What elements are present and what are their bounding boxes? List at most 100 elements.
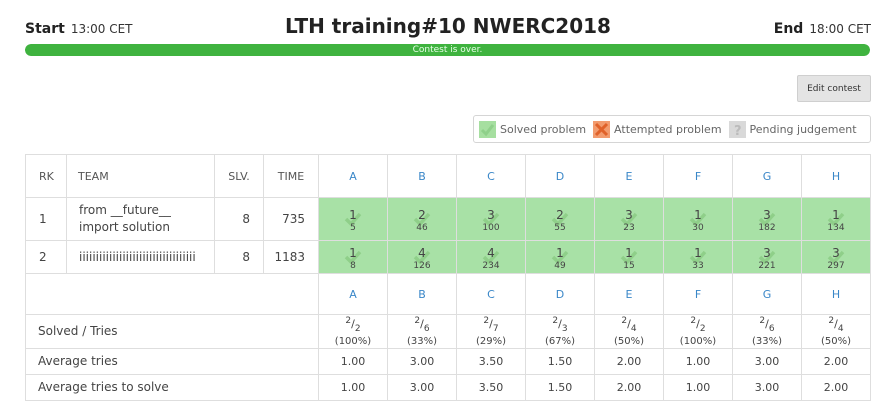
tries-count: 4 [837, 323, 844, 334]
average-tries-to-solve-value: 2.00 [801, 373, 871, 401]
stats-problem-a[interactable]: A [318, 273, 388, 315]
problem-time: 8 [350, 260, 356, 271]
problem-cell: 3 182 [732, 197, 802, 241]
legend-attempted: Attempted problem [593, 120, 722, 138]
problem-tries: 1 [349, 207, 357, 222]
legend-pending: ? Pending judgement [728, 120, 857, 138]
average-tries-value: 3.50 [456, 347, 526, 375]
tries-count: 6 [423, 323, 430, 334]
solved-tries-cell: 2/4 (50%) [594, 314, 664, 349]
solved-tries-row: Solved / Tries 2/2 (100%) 2/6 (33%) 2/7 (29… [25, 314, 871, 349]
tries-count: 6 [768, 323, 775, 334]
problem-time: 297 [827, 260, 845, 271]
stats-problem-h[interactable]: H [801, 273, 871, 315]
problem-tries: 1 [694, 245, 702, 260]
team-name-line1: from __future__ [79, 203, 171, 217]
stats-problem-f[interactable]: F [663, 273, 733, 315]
problem-header-e[interactable]: E [594, 154, 664, 198]
stats-problem-b[interactable]: B [387, 273, 457, 315]
problem-time: 134 [827, 222, 845, 233]
problem-tries: 1 [556, 245, 564, 260]
problem-cell: 18 [318, 240, 388, 274]
problem-header-f[interactable]: F [663, 154, 733, 198]
problem-header-h[interactable]: H [801, 154, 871, 198]
problem-cell: 3 221 [732, 240, 802, 274]
problem-header-b[interactable]: B [387, 154, 457, 198]
solved-tries-fraction: 2/2 [664, 315, 732, 336]
stats-problem-g[interactable]: G [732, 273, 802, 315]
problem-time: 46 [416, 222, 428, 233]
average-tries-label: Average tries [25, 347, 319, 375]
average-tries-value: 1.00 [663, 347, 733, 375]
problem-cell: 1 15 [594, 240, 664, 274]
problem-header-a[interactable]: A [318, 154, 388, 198]
problem-header-d[interactable]: D [525, 154, 595, 198]
problem-time: 15 [623, 260, 635, 271]
edit-contest-button[interactable]: Edit contest [797, 75, 871, 102]
problem-cell: 4 234 [456, 240, 526, 274]
stats-problem-e[interactable]: E [594, 273, 664, 315]
problem-tries: 4 [418, 245, 426, 260]
solved-percent: (29%) [475, 335, 507, 347]
average-tries-value: 1.00 [318, 347, 388, 375]
table-row: 1 from __future__ import solution 8 735 … [25, 197, 871, 241]
legend-pending-label: Pending judgement [749, 122, 857, 136]
problem-tries: 2 [556, 207, 564, 222]
penalty-time: 1183 [263, 240, 319, 274]
team-name[interactable]: from __future__ import solution [66, 197, 215, 241]
problem-tries: 2 [418, 207, 426, 222]
problem-header-c[interactable]: C [456, 154, 526, 198]
problem-tries: 3 [487, 207, 495, 222]
solved-tries-cell: 2/4 (50%) [801, 314, 871, 349]
legend-attempted-label: Attempted problem [614, 122, 722, 136]
solved-tries-cell: 2/7 (29%) [456, 314, 526, 349]
end-label: End [773, 21, 804, 37]
problem-time: 221 [758, 260, 776, 271]
problem-header-g[interactable]: G [732, 154, 802, 198]
legend: Solved problem Attempted problem ? Pendi… [473, 115, 871, 143]
solved-tries-fraction: 2/3 [526, 315, 594, 336]
problem-cell: 2 46 [387, 197, 457, 241]
contest-header: Start 13:00 CET LTH training#10 NWERC2018… [25, 14, 871, 38]
tries-count: 4 [630, 323, 637, 334]
svg-text:?: ? [734, 124, 742, 138]
solved-percent: (100%) [334, 335, 372, 347]
legend-solved: Solved problem [479, 120, 586, 138]
solved-percent: (100%) [679, 335, 717, 347]
col-solved: SLV. [214, 154, 264, 198]
problem-time: 49 [554, 260, 566, 271]
problem-tries: 3 [625, 207, 633, 222]
rank-cell: 2 [25, 240, 67, 274]
solved-count: 8 [214, 240, 264, 274]
solved-percent: (50%) [613, 335, 645, 347]
check-icon [479, 120, 496, 138]
col-team: TEAM [66, 154, 215, 198]
stats-problem-c[interactable]: C [456, 273, 526, 315]
problem-time: 126 [413, 260, 431, 271]
problem-time: 234 [482, 260, 500, 271]
team-name[interactable]: iiiiiiiiiiiiiiiiiiiiiiiiiiiiiiiiiii [66, 240, 215, 274]
table-row: 2 iiiiiiiiiiiiiiiiiiiiiiiiiiiiiiiiiii 8 … [25, 240, 871, 274]
average-tries-value: 2.00 [801, 347, 871, 375]
problem-time: 182 [758, 222, 776, 233]
solved-tries-fraction: 2/6 [733, 315, 801, 336]
solved-tries-cell: 2/2 (100%) [663, 314, 733, 349]
problem-cell: 3 23 [594, 197, 664, 241]
average-tries-value: 3.00 [732, 347, 802, 375]
tries-count: 3 [561, 323, 568, 334]
average-tries-to-solve-value: 3.00 [732, 373, 802, 401]
solved-percent: (33%) [406, 335, 438, 347]
team-name-line1: iiiiiiiiiiiiiiiiiiiiiiiiiiiiiiiiiii [79, 249, 196, 264]
end-time: 18:00 CET [809, 22, 871, 36]
scoreboard-header-row: RK TEAM SLV. TIME A B C D E F G H [25, 154, 871, 198]
stats-problem-d[interactable]: D [525, 273, 595, 315]
solved-tries-fraction: 2/2 [319, 315, 387, 336]
average-tries-to-solve-value: 1.50 [525, 373, 595, 401]
solved-percent: (67%) [544, 335, 576, 347]
solved-percent: (33%) [751, 335, 783, 347]
progress-text: Contest is over. [412, 45, 483, 55]
average-tries-value: 2.00 [594, 347, 664, 375]
average-tries-value: 3.00 [387, 347, 457, 375]
solved-percent: (50%) [820, 335, 852, 347]
col-rank: RK [25, 154, 67, 198]
